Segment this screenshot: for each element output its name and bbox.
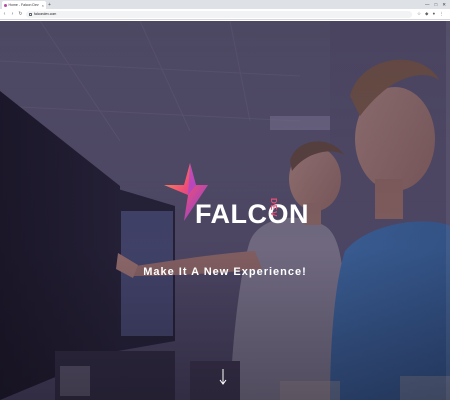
- brand-dev-label: DEV: [269, 198, 278, 218]
- browser-toolbar: ‹ › ↻ falcondev.com ☆ ◆ ● ⋮: [0, 9, 450, 20]
- url-text: falcondev.com: [34, 12, 57, 16]
- reload-button[interactable]: ↻: [18, 11, 23, 17]
- tab-close-icon[interactable]: ×: [42, 3, 44, 8]
- browser-tabbar: Home - Falcon Dev × + — □ ✕: [0, 0, 450, 9]
- close-window-icon[interactable]: ✕: [442, 2, 446, 8]
- favicon-icon: [4, 3, 7, 7]
- toolbar-icons: ☆ ◆ ● ⋮: [417, 11, 444, 17]
- menu-icon[interactable]: ⋮: [439, 11, 444, 17]
- minimize-icon[interactable]: —: [425, 2, 430, 7]
- extension-icon[interactable]: ◆: [425, 11, 428, 17]
- scroll-down-icon[interactable]: [218, 368, 228, 386]
- maximize-icon[interactable]: □: [435, 2, 438, 7]
- browser-tab[interactable]: Home - Falcon Dev ×: [2, 1, 46, 9]
- brand-logo: FALCON DEV: [162, 157, 309, 247]
- star-icon[interactable]: ☆: [417, 11, 421, 17]
- lock-icon: [29, 12, 32, 16]
- back-button[interactable]: ‹: [2, 11, 7, 17]
- hero-tagline: Make It A New Experience!: [143, 266, 307, 278]
- page-scrollbar[interactable]: [446, 21, 450, 400]
- tab-title: Home - Falcon Dev: [8, 3, 39, 7]
- forward-button[interactable]: ›: [10, 11, 15, 17]
- profile-icon[interactable]: ●: [433, 11, 436, 17]
- hero-section: FALCON DEV Make It A New Experience!: [0, 21, 450, 400]
- new-tab-button[interactable]: +: [48, 1, 51, 9]
- brand-wordmark: FALCON: [195, 199, 309, 229]
- window-controls: — □ ✕: [425, 0, 450, 9]
- address-bar[interactable]: falcondev.com: [26, 10, 412, 18]
